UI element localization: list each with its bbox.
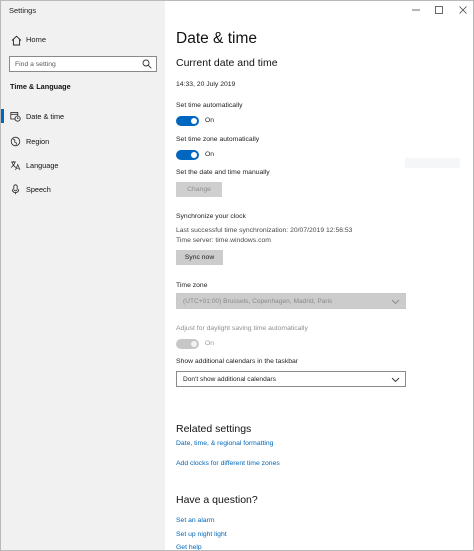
globe-icon	[9, 135, 21, 147]
faded-overlay	[405, 158, 460, 168]
dst-state: On	[205, 340, 215, 347]
current-date-heading: Current date and time	[176, 57, 278, 69]
regional-formatting-link[interactable]: Date, time, & regional formatting	[176, 440, 273, 447]
dst-toggle[interactable]	[176, 339, 199, 349]
related-settings-heading: Related settings	[176, 423, 252, 435]
sidebar-section-title: Time & Language	[10, 82, 71, 91]
last-sync-text: Last successful time synchronization: 20…	[176, 227, 353, 234]
change-button[interactable]: Change	[176, 182, 222, 197]
sidebar-item-label: Language	[26, 161, 59, 170]
dst-label: Adjust for daylight saving time automati…	[176, 325, 308, 332]
search-icon[interactable]	[142, 59, 152, 69]
sidebar-item-label: Region	[26, 137, 50, 146]
set-timezone-auto-state: On	[205, 151, 215, 158]
set-time-auto-label: Set time automatically	[176, 102, 243, 109]
toggle-knob	[191, 118, 197, 124]
sidebar-item-speech[interactable]: Speech	[1, 179, 165, 199]
active-indicator	[1, 109, 4, 123]
timezone-select[interactable]: (UTC+01:00) Brussels, Copenhagen, Madrid…	[176, 293, 406, 309]
chevron-down-icon	[391, 377, 400, 383]
chevron-down-icon	[391, 299, 400, 305]
home-icon	[10, 34, 22, 46]
window-title: Settings	[9, 6, 37, 15]
timezone-value: (UTC+01:00) Brussels, Copenhagen, Madrid…	[183, 298, 333, 305]
night-light-link[interactable]: Set up night light	[176, 531, 227, 538]
home-nav-item[interactable]: Home	[1, 31, 165, 49]
search-box[interactable]	[9, 56, 157, 72]
calendars-value: Don't show additional calendars	[183, 376, 276, 383]
set-time-auto-state: On	[205, 117, 215, 124]
main-content: Date & time Current date and time 14:33,…	[165, 1, 473, 550]
microphone-icon	[9, 183, 21, 195]
set-timezone-auto-toggle[interactable]	[176, 150, 199, 160]
sidebar-item-language[interactable]: Language	[1, 155, 165, 175]
sync-now-button[interactable]: Sync now	[176, 250, 223, 265]
page-title: Date & time	[176, 30, 257, 47]
calendars-label: Show additional calendars in the taskbar	[176, 358, 299, 365]
sidebar-item-region[interactable]: Region	[1, 131, 165, 151]
calendars-select[interactable]: Don't show additional calendars	[176, 371, 406, 387]
time-server-text: Time server: time.windows.com	[176, 237, 271, 244]
sidebar-item-label: Speech	[26, 185, 51, 194]
set-alarm-link[interactable]: Set an alarm	[176, 517, 215, 524]
sidebar-item-label: Date & time	[26, 112, 65, 121]
language-icon	[9, 159, 21, 171]
toggle-knob	[191, 152, 197, 158]
calendar-clock-icon	[9, 110, 21, 122]
current-date-value: 14:33, 20 July 2019	[176, 81, 236, 88]
set-timezone-auto-label: Set time zone automatically	[176, 136, 260, 143]
timezone-label: Time zone	[176, 282, 208, 289]
manual-date-time-label: Set the date and time manually	[176, 169, 270, 176]
settings-window: Settings Home Time & Language Date & tim…	[0, 0, 474, 551]
toggle-knob	[191, 341, 197, 347]
search-input[interactable]	[10, 57, 138, 71]
sidebar-item-date-time[interactable]: Date & time	[1, 106, 165, 126]
home-label: Home	[26, 35, 47, 44]
set-time-auto-toggle[interactable]	[176, 116, 199, 126]
sync-heading: Synchronize your clock	[176, 213, 246, 220]
get-help-link[interactable]: Get help	[176, 544, 202, 550]
add-clocks-link[interactable]: Add clocks for different time zones	[176, 460, 280, 467]
question-heading: Have a question?	[176, 494, 258, 506]
